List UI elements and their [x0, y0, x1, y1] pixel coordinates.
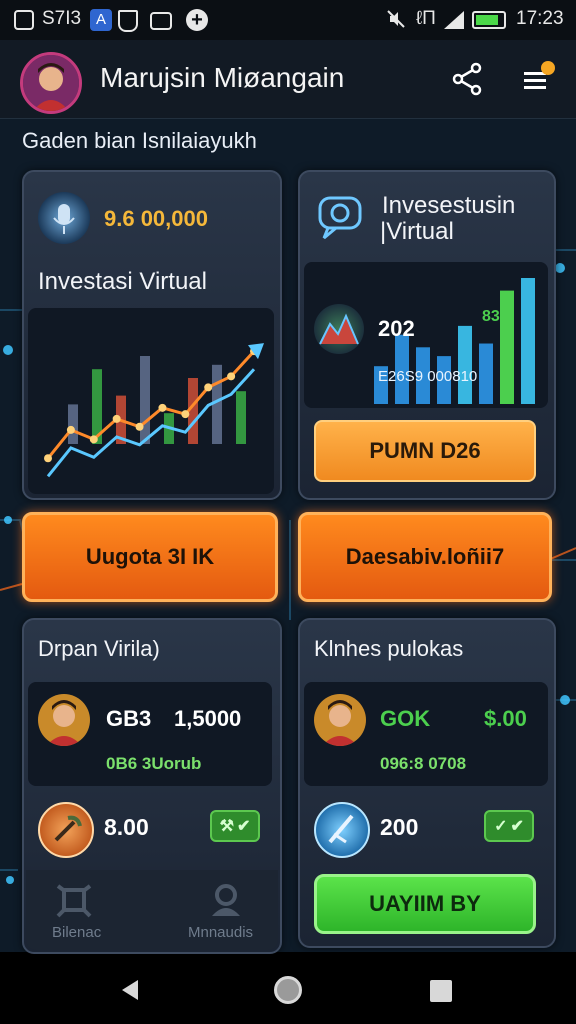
chart-point: [44, 454, 52, 463]
lower-right-amount: $.00: [484, 706, 527, 731]
pickaxe-icon: [38, 802, 94, 858]
home-icon[interactable]: [274, 976, 302, 1004]
lower-right-title: Klnhes pulokas: [314, 636, 464, 661]
right-action-button[interactable]: Daesabiv.loñii7: [298, 512, 552, 602]
lower-left-title: Drpan Virila): [38, 636, 160, 661]
lower-left-value: 8.00: [104, 814, 149, 840]
chart-point: [227, 372, 236, 381]
tab-mnnaudis[interactable]: Mnnaudis: [188, 924, 253, 941]
lower-left-sub: 0B6 3Uorub: [106, 754, 202, 773]
lower-left-amount: 1,5000: [174, 706, 242, 731]
investment-card-right[interactable]: Invesestusin |Virtual 202 83 E26S9 00081…: [298, 170, 556, 500]
a-app-icon: A: [90, 9, 112, 31]
bar-chart-panel: 202 83 E26S9 000810: [304, 262, 548, 408]
shield-icon: [118, 10, 138, 32]
pumn-button[interactable]: PUMN D26: [314, 420, 536, 482]
lower-right-value: 200: [380, 814, 419, 840]
signal-icon: [442, 9, 466, 31]
chart-bar: [140, 356, 150, 444]
investment-card-left[interactable]: 9.6 00,000 Investasi Virtual: [22, 170, 282, 500]
chart-bar: [236, 391, 246, 444]
section-subtitle: Gaden bian Isnilaiayukh: [22, 128, 257, 153]
status-extra-text: ℓΠ: [416, 8, 436, 29]
lower-left-panel: GB3 1,5000 0B6 3Uorub: [28, 682, 272, 786]
person-icon[interactable]: [208, 882, 244, 918]
lower-right-sub: 096:8 0708: [380, 754, 467, 773]
back-icon[interactable]: [118, 978, 142, 1002]
status-time: 17:23: [516, 8, 564, 29]
add-circle-icon: +: [186, 9, 208, 31]
left-action-button[interactable]: Uugota 3I IK: [22, 512, 278, 602]
card-title-line1: Invesestusin: [382, 192, 516, 219]
line-chart: [44, 343, 264, 478]
battery-icon: [472, 11, 506, 29]
menu-notification-icon[interactable]: [522, 58, 556, 98]
metric-small-value: 83: [482, 308, 500, 325]
card-title: Investasi Virtual: [38, 268, 207, 295]
check-badge-icon[interactable]: ⚒ ✔: [210, 810, 260, 842]
chart-point: [204, 383, 213, 392]
microphone-icon: [38, 192, 90, 244]
lower-right-panel: GOK $.00 096:8 0708: [304, 682, 548, 786]
lower-left-tabbar: Bilenac Mnnaudis: [26, 870, 278, 950]
blade-icon: [314, 802, 370, 858]
app-title: Marujsin Miøangain: [100, 62, 345, 93]
chart-line-series-2: [46, 368, 256, 478]
chart-line-series: [46, 350, 256, 460]
frame-icon[interactable]: [56, 884, 92, 918]
status-bar: S7I3 A + ℓΠ 17:23: [0, 0, 576, 40]
avatar[interactable]: [20, 52, 82, 114]
chart-bar: [458, 325, 472, 404]
lower-card-left[interactable]: Drpan Virila) GB3 1,5000 0B6 3Uorub 8.00…: [22, 618, 282, 954]
lower-left-code: GB3: [106, 706, 152, 731]
user-avatar-icon-right: [314, 694, 366, 746]
user-avatar-icon: [38, 694, 90, 746]
chart-point: [112, 414, 121, 423]
chart-bar: [68, 404, 78, 444]
system-nav-bar: [0, 952, 576, 1024]
image-icon: [150, 12, 172, 30]
chart-bar: [500, 290, 514, 404]
tab-bilenac[interactable]: Bilenac: [52, 924, 101, 941]
screenshot-icon: [14, 10, 34, 30]
mountain-chart-icon: [314, 304, 364, 354]
chart-point: [66, 425, 75, 434]
lower-right-code: GOK: [380, 706, 431, 731]
card-title-line2: |Virtual: [380, 218, 454, 245]
check-badge-icon-right[interactable]: ✓ ✔: [484, 810, 534, 842]
chart-bar: [479, 343, 493, 404]
lower-card-right[interactable]: Klnhes pulokas GOK $.00 096:8 0708 200 ✓…: [298, 618, 556, 948]
chart-point: [135, 422, 144, 431]
metric-sub-value: E26S9 000810: [378, 368, 478, 385]
mute-icon: [386, 9, 406, 29]
share-icon[interactable]: [452, 62, 482, 96]
status-left-text: S7I3: [42, 8, 82, 29]
chart-bar: [521, 278, 535, 404]
line-chart-panel: [28, 308, 274, 494]
green-action-button[interactable]: UAYIIM BY: [314, 874, 536, 934]
chart-point: [158, 403, 167, 412]
chart-point: [181, 410, 190, 419]
chart-point: [89, 435, 98, 444]
recents-icon[interactable]: [430, 980, 452, 1002]
metric-number: 202: [378, 316, 415, 341]
chat-bot-icon: [314, 190, 368, 244]
portfolio-amount: 9.6 00,000: [104, 206, 208, 231]
